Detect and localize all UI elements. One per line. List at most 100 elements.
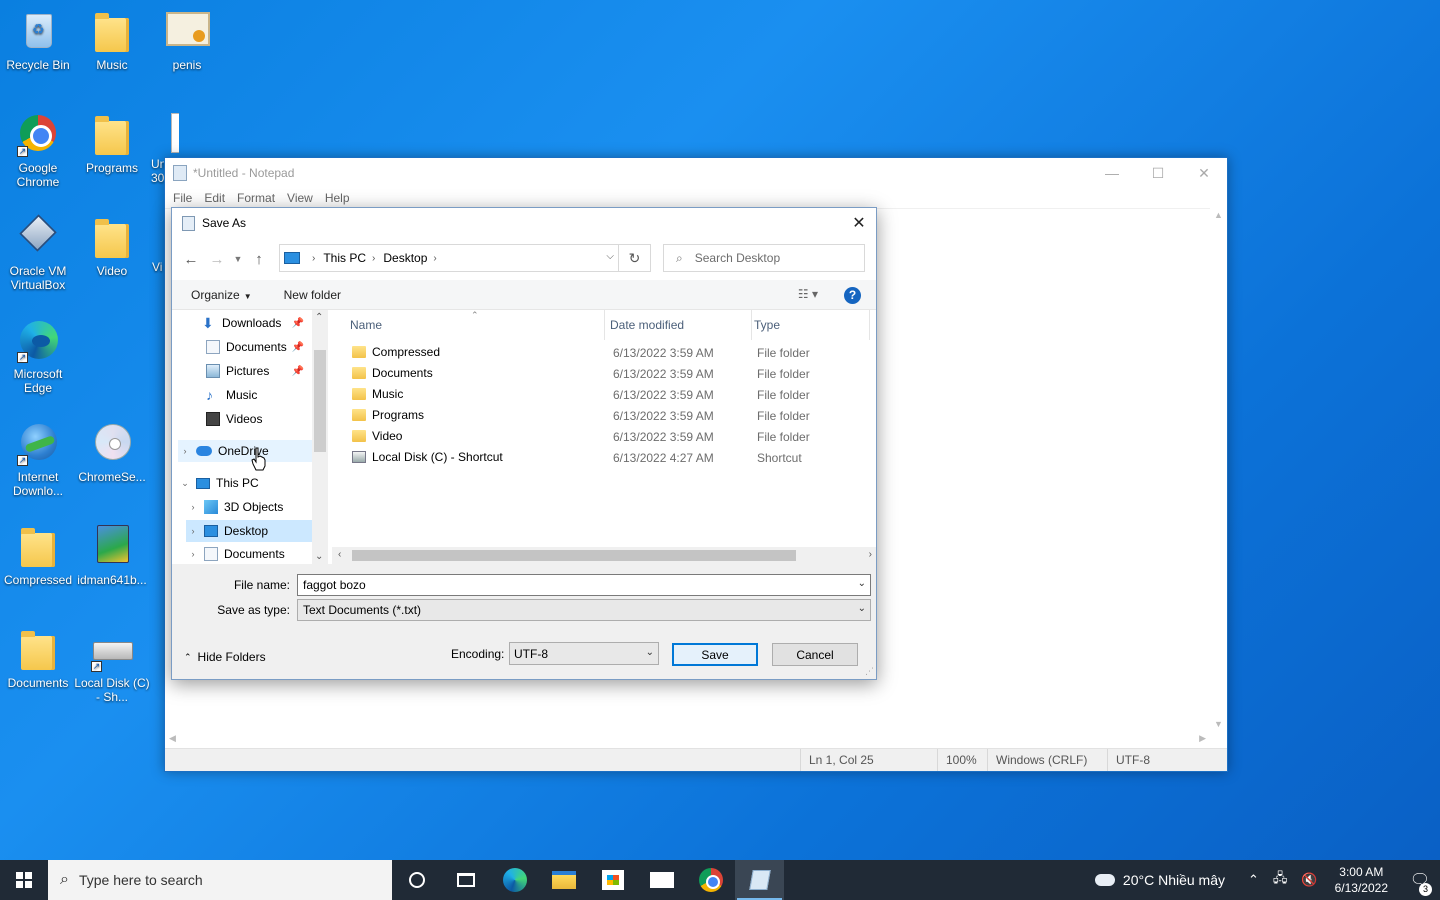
- nav-item-pictures[interactable]: Pictures 📌: [206, 360, 310, 382]
- back-arrow-icon[interactable]: ←: [178, 251, 204, 268]
- desktop-icon-programs[interactable]: Programs: [74, 111, 150, 175]
- nav-item-documents[interactable]: › Documents: [186, 544, 312, 564]
- taskbar-mail[interactable]: [637, 860, 686, 900]
- desktop-icon-idman-installer[interactable]: idman641b...: [74, 523, 150, 587]
- breadcrumb-separator-icon[interactable]: ›: [372, 253, 375, 264]
- taskbar-clock[interactable]: 3:00 AM 6/13/2022: [1335, 864, 1388, 896]
- cortana-button[interactable]: [392, 860, 441, 900]
- close-button[interactable]: ✕: [1181, 158, 1227, 188]
- chevron-right-icon[interactable]: ›: [178, 446, 192, 456]
- desktop-icon-recycle-bin[interactable]: Recycle Bin: [0, 8, 76, 72]
- scrollbar-thumb[interactable]: [314, 350, 326, 452]
- desktop-icon-music[interactable]: Music: [74, 8, 150, 72]
- forward-arrow-icon[interactable]: →: [204, 251, 230, 268]
- file-row[interactable]: Video 6/13/2022 3:59 AM File folder: [348, 426, 868, 447]
- notepad-vertical-scrollbar[interactable]: ▲ ▼: [1210, 208, 1227, 731]
- save-as-type-select[interactable]: Text Documents (*.txt) ⌄: [297, 599, 871, 621]
- chevron-down-icon[interactable]: ⌄: [178, 478, 192, 489]
- nav-item-3d-objects[interactable]: › 3D Objects: [186, 496, 312, 518]
- file-row[interactable]: Programs 6/13/2022 3:59 AM File folder: [348, 405, 868, 426]
- address-bar[interactable]: › This PC › Desktop › ⌵: [279, 244, 619, 272]
- network-icon[interactable]: 🖧: [1273, 869, 1288, 891]
- file-row[interactable]: Local Disk (C) - Shortcut 6/13/2022 4:27…: [348, 447, 868, 468]
- nav-item-downloads[interactable]: ⬇ Downloads 📌: [202, 312, 310, 334]
- chevron-down-icon[interactable]: ⌄: [858, 578, 866, 589]
- menu-file[interactable]: File: [168, 191, 199, 205]
- chevron-right-icon[interactable]: ›: [186, 549, 200, 559]
- scroll-right-icon[interactable]: ›: [869, 549, 872, 560]
- dialog-close-button[interactable]: ✕: [842, 208, 876, 238]
- weather-widget[interactable]: 20°C Nhiều mây: [1092, 870, 1225, 888]
- navigation-pane-scrollbar[interactable]: ⌃ ⌄: [312, 310, 328, 564]
- desktop-icon-local-disk-shortcut[interactable]: ↗ Local Disk (C) - Sh...: [74, 626, 150, 704]
- up-arrow-icon[interactable]: ↑: [246, 251, 272, 268]
- maximize-button[interactable]: ☐: [1135, 158, 1181, 188]
- desktop-icon-google-chrome[interactable]: ↗ Google Chrome: [0, 111, 76, 189]
- taskbar-edge[interactable]: [490, 860, 539, 900]
- chevron-down-icon[interactable]: ⌄: [858, 603, 866, 614]
- desktop-icon-certificate[interactable]: penis: [149, 8, 225, 72]
- save-button[interactable]: Save: [672, 643, 758, 666]
- refresh-icon[interactable]: ↻: [619, 244, 651, 272]
- desktop-icon-internet-download-manager[interactable]: ↗ Internet Downlo...: [0, 420, 76, 498]
- scroll-up-icon[interactable]: ▲: [1214, 210, 1223, 220]
- file-name-input[interactable]: faggot bozo ⌄: [297, 574, 871, 596]
- nav-item-this-pc[interactable]: ⌄ This PC: [178, 472, 312, 494]
- breadcrumb-desktop[interactable]: Desktop: [383, 251, 427, 265]
- desktop-icon-documents[interactable]: Documents: [0, 626, 76, 690]
- minimize-button[interactable]: —: [1089, 158, 1135, 188]
- notification-center-button[interactable]: 🗨 3: [1400, 870, 1440, 896]
- cancel-button[interactable]: Cancel: [772, 643, 858, 666]
- menu-help[interactable]: Help: [320, 191, 357, 205]
- start-button[interactable]: [0, 860, 48, 900]
- address-dropdown-chevron-icon[interactable]: ⌵: [606, 251, 614, 262]
- scroll-left-icon[interactable]: ‹: [338, 549, 341, 560]
- recent-locations-chevron-icon[interactable]: ▼: [230, 254, 246, 264]
- hide-folders-button[interactable]: ⌃ Hide Folders: [184, 650, 266, 664]
- nav-item-documents-quick[interactable]: Documents 📌: [206, 336, 310, 358]
- desktop-icon-chromesetup[interactable]: ChromeSe...: [74, 420, 150, 484]
- file-row[interactable]: Music 6/13/2022 3:59 AM File folder: [348, 384, 868, 405]
- encoding-select[interactable]: UTF-8 ⌄: [509, 642, 659, 665]
- desktop-icon-microsoft-edge[interactable]: ↗ Microsoft Edge: [0, 317, 76, 395]
- column-header-name[interactable]: Name: [348, 310, 605, 340]
- desktop-icon-virtualbox[interactable]: Oracle VM VirtualBox: [0, 214, 76, 292]
- menu-edit[interactable]: Edit: [199, 191, 232, 205]
- notepad-titlebar[interactable]: *Untitled - Notepad — ☐ ✕: [165, 158, 1227, 188]
- change-view-icon[interactable]: ☷ ▾: [798, 287, 818, 301]
- scrollbar-thumb[interactable]: [352, 550, 796, 561]
- file-row[interactable]: Compressed 6/13/2022 3:59 AM File folder: [348, 342, 868, 363]
- search-input[interactable]: ⌕ Search Desktop: [663, 244, 865, 272]
- breadcrumb-separator-icon[interactable]: ›: [433, 253, 436, 264]
- nav-item-videos[interactable]: Videos: [206, 408, 310, 430]
- taskbar-notepad[interactable]: [735, 860, 784, 900]
- scroll-left-icon[interactable]: ◀: [169, 733, 176, 744]
- nav-item-music[interactable]: ♪ Music: [206, 384, 310, 406]
- column-header-type[interactable]: Type: [754, 310, 870, 340]
- chevron-right-icon[interactable]: ›: [186, 526, 200, 536]
- volume-muted-icon[interactable]: 🔇: [1301, 872, 1317, 888]
- nav-item-onedrive[interactable]: › OneDrive: [178, 440, 312, 462]
- menu-view[interactable]: View: [282, 191, 320, 205]
- taskbar-file-explorer[interactable]: [539, 860, 588, 900]
- task-view-button[interactable]: [441, 860, 490, 900]
- taskbar-search-box[interactable]: ⌕ Type here to search: [48, 860, 392, 900]
- scroll-right-icon[interactable]: ▶: [1199, 733, 1206, 744]
- menu-format[interactable]: Format: [232, 191, 282, 205]
- help-icon[interactable]: ?: [844, 287, 861, 304]
- chevron-right-icon[interactable]: ›: [186, 502, 200, 512]
- notepad-horizontal-scrollbar[interactable]: ◀ ▶: [165, 731, 1210, 748]
- taskbar-chrome[interactable]: [686, 860, 735, 900]
- scroll-down-icon[interactable]: ⌄: [315, 551, 323, 562]
- desktop-icon-compressed[interactable]: Compressed: [0, 523, 76, 587]
- new-folder-button[interactable]: New folder: [275, 288, 350, 302]
- chevron-down-icon[interactable]: ⌄: [646, 647, 654, 658]
- file-row[interactable]: Documents 6/13/2022 3:59 AM File folder: [348, 363, 868, 384]
- dialog-titlebar[interactable]: Save As ✕: [172, 208, 876, 238]
- breadcrumb-this-pc[interactable]: This PC: [323, 251, 366, 265]
- show-hidden-icons-chevron-icon[interactable]: ⌃: [1248, 872, 1259, 888]
- organize-button[interactable]: Organize ▼: [182, 288, 261, 302]
- scroll-down-icon[interactable]: ▼: [1214, 719, 1223, 729]
- nav-item-desktop[interactable]: › Desktop: [186, 520, 312, 542]
- resize-grip-icon[interactable]: ⋰: [865, 666, 874, 677]
